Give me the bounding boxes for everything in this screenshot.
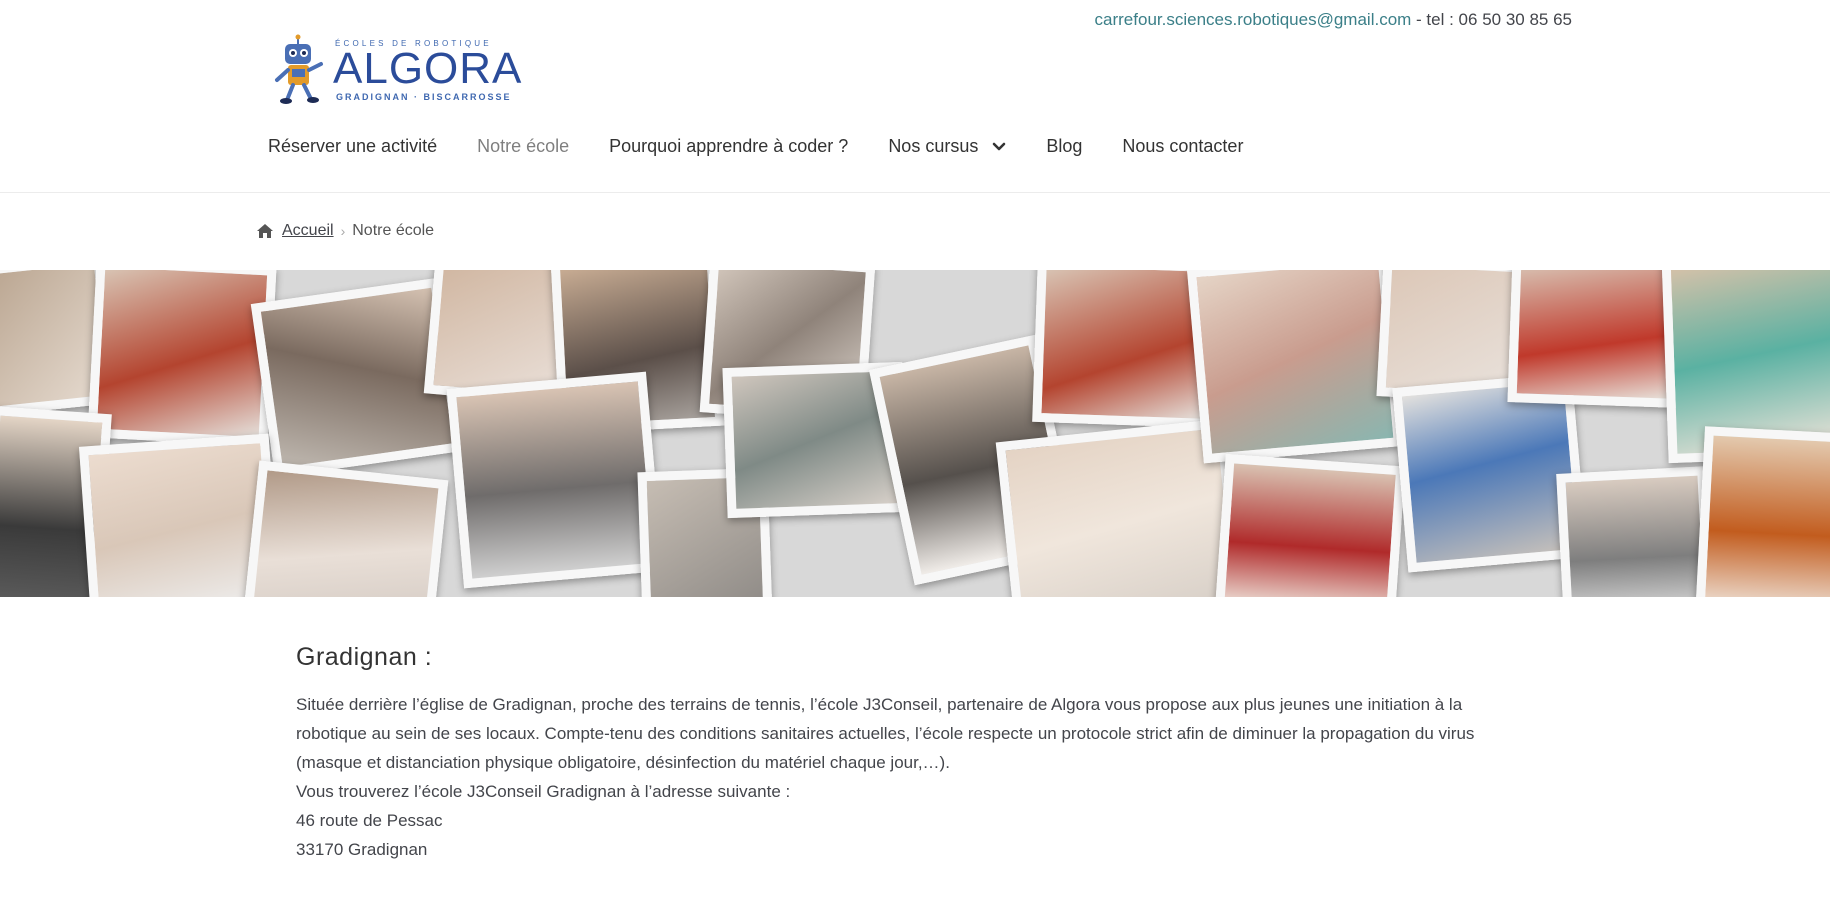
nav-item-blog[interactable]: Blog [1046, 136, 1082, 157]
nav-item-notre-ecole[interactable]: Notre école [477, 136, 569, 157]
nav-item-nous-contacter[interactable]: Nous contacter [1122, 136, 1243, 157]
email-link[interactable]: carrefour.sciences.robotiques@gmail.com [1095, 10, 1412, 29]
nav-item-pourquoi-coder[interactable]: Pourquoi apprendre à coder ? [609, 136, 848, 157]
breadcrumb-home-link[interactable]: Accueil [282, 222, 334, 240]
breadcrumb: Accueil › Notre école [256, 222, 434, 240]
nav-item-reserver[interactable]: Réserver une activité [268, 136, 437, 157]
logo-subline: GRADIGNAN · BISCARROSSE [336, 92, 512, 102]
collage-photo [87, 270, 277, 447]
breadcrumb-current: Notre école [352, 222, 435, 239]
header-divider [0, 192, 1830, 193]
collage-photo [241, 460, 449, 597]
contact-bar: carrefour.sciences.robotiques@gmail.com … [1095, 10, 1572, 30]
phone-text: - tel : 06 50 30 85 65 [1411, 10, 1572, 29]
address-line-1: 46 route de Pessac [296, 811, 443, 830]
school-description: Située derrière l’église de Gradignan, p… [296, 695, 1475, 772]
home-icon [257, 224, 273, 238]
nav-item-nos-cursus[interactable]: Nos cursus [888, 136, 1006, 157]
address-intro: Vous trouverez l’école J3Conseil Gradign… [296, 782, 791, 801]
collage-photo [1556, 466, 1714, 597]
logo-name: ALGORA [333, 44, 523, 93]
breadcrumb-separator: › [340, 223, 346, 239]
address-line-2: 33170 Gradignan [296, 840, 428, 859]
site-logo[interactable]: ÉCOLES DE ROBOTIQUE ALGORA GRADIGNAN · B… [273, 34, 529, 106]
main-content: Gradignan : Située derrière l’église de … [296, 643, 1536, 864]
nav-item-nos-cursus-label: Nos cursus [888, 136, 979, 156]
collage-photo [446, 371, 664, 589]
collage-photo [1695, 426, 1830, 597]
collage-photo [1507, 270, 1683, 408]
chevron-down-icon[interactable] [992, 142, 1006, 152]
main-nav: Réserver une activité Notre école Pourqu… [268, 136, 1283, 157]
collage-photo [1186, 270, 1404, 464]
collage-photo [1214, 453, 1406, 597]
hero-photo-collage [0, 270, 1830, 597]
section-heading: Gradignan : [296, 643, 433, 671]
